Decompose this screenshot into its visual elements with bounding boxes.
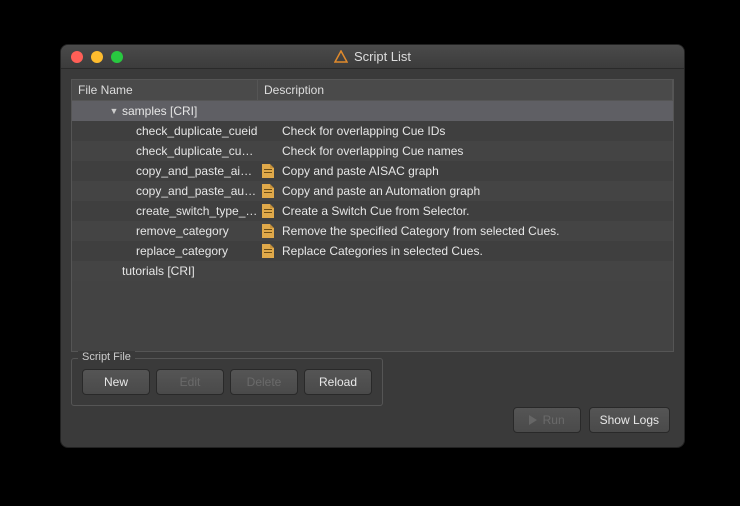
table-row[interactable]: check_duplicate_cueid Check for overlapp… <box>72 121 673 141</box>
column-header-filename[interactable]: File Name <box>72 80 258 100</box>
window-title: Script List <box>354 49 411 64</box>
show-logs-button[interactable]: Show Logs <box>589 407 670 433</box>
script-name: check_duplicate_cueid <box>136 124 257 138</box>
titlebar: Script List <box>61 45 684 69</box>
group-row-samples[interactable]: ▼ samples [CRI] <box>72 101 673 121</box>
run-button[interactable]: Run <box>513 407 581 433</box>
minimize-icon[interactable] <box>91 51 103 63</box>
table-header: File Name Description <box>72 80 673 101</box>
group-label: tutorials [CRI] <box>122 264 195 278</box>
zoom-icon[interactable] <box>111 51 123 63</box>
script-desc: Copy and paste an Automation graph <box>282 184 480 198</box>
script-name: copy_and_paste_auto… <box>136 184 258 198</box>
groupbox-label: Script File <box>78 351 135 363</box>
script-table: File Name Description ▼ samples [CRI] ch… <box>71 79 674 352</box>
script-desc: Check for overlapping Cue IDs <box>282 124 445 138</box>
close-icon[interactable] <box>71 51 83 63</box>
group-label: samples [CRI] <box>122 104 197 118</box>
document-icon <box>262 164 274 178</box>
script-desc: Remove the specified Category from selec… <box>282 224 559 238</box>
document-icon <box>262 244 274 258</box>
new-button[interactable]: New <box>82 369 150 395</box>
traffic-lights <box>61 51 123 63</box>
reload-button[interactable]: Reload <box>304 369 372 395</box>
document-icon <box>262 184 274 198</box>
document-icon <box>262 224 274 238</box>
table-row[interactable]: replace_category Replace Categories in s… <box>72 241 673 261</box>
delete-button[interactable]: Delete <box>230 369 298 395</box>
table-row[interactable]: check_duplicate_cuen… Check for overlapp… <box>72 141 673 161</box>
table-body: ▼ samples [CRI] check_duplicate_cueid Ch… <box>72 101 673 351</box>
app-icon <box>334 50 348 64</box>
edit-button[interactable]: Edit <box>156 369 224 395</box>
script-desc: Check for overlapping Cue names <box>282 144 463 158</box>
table-row[interactable]: copy_and_paste_auto… Copy and paste an A… <box>72 181 673 201</box>
script-name: remove_category <box>136 224 229 238</box>
script-name: replace_category <box>136 244 228 258</box>
script-name: check_duplicate_cuen… <box>136 144 258 158</box>
table-row[interactable]: create_switch_type_c… Create a Switch Cu… <box>72 201 673 221</box>
script-list-window: Script List File Name Description ▼ samp… <box>60 44 685 448</box>
script-file-groupbox: Script File New Edit Delete Reload <box>71 358 383 406</box>
group-row-tutorials[interactable]: ▶ tutorials [CRI] <box>72 261 673 281</box>
document-icon <box>262 204 274 218</box>
script-desc: Create a Switch Cue from Selector. <box>282 204 469 218</box>
chevron-down-icon: ▼ <box>106 106 122 116</box>
script-desc: Copy and paste AISAC graph <box>282 164 439 178</box>
script-desc: Replace Categories in selected Cues. <box>282 244 483 258</box>
script-name: copy_and_paste_aisac <box>136 164 258 178</box>
table-row[interactable]: copy_and_paste_aisac Copy and paste AISA… <box>72 161 673 181</box>
column-header-description[interactable]: Description <box>258 80 673 100</box>
play-icon <box>529 415 537 425</box>
table-row[interactable]: remove_category Remove the specified Cat… <box>72 221 673 241</box>
script-name: create_switch_type_c… <box>136 204 258 218</box>
